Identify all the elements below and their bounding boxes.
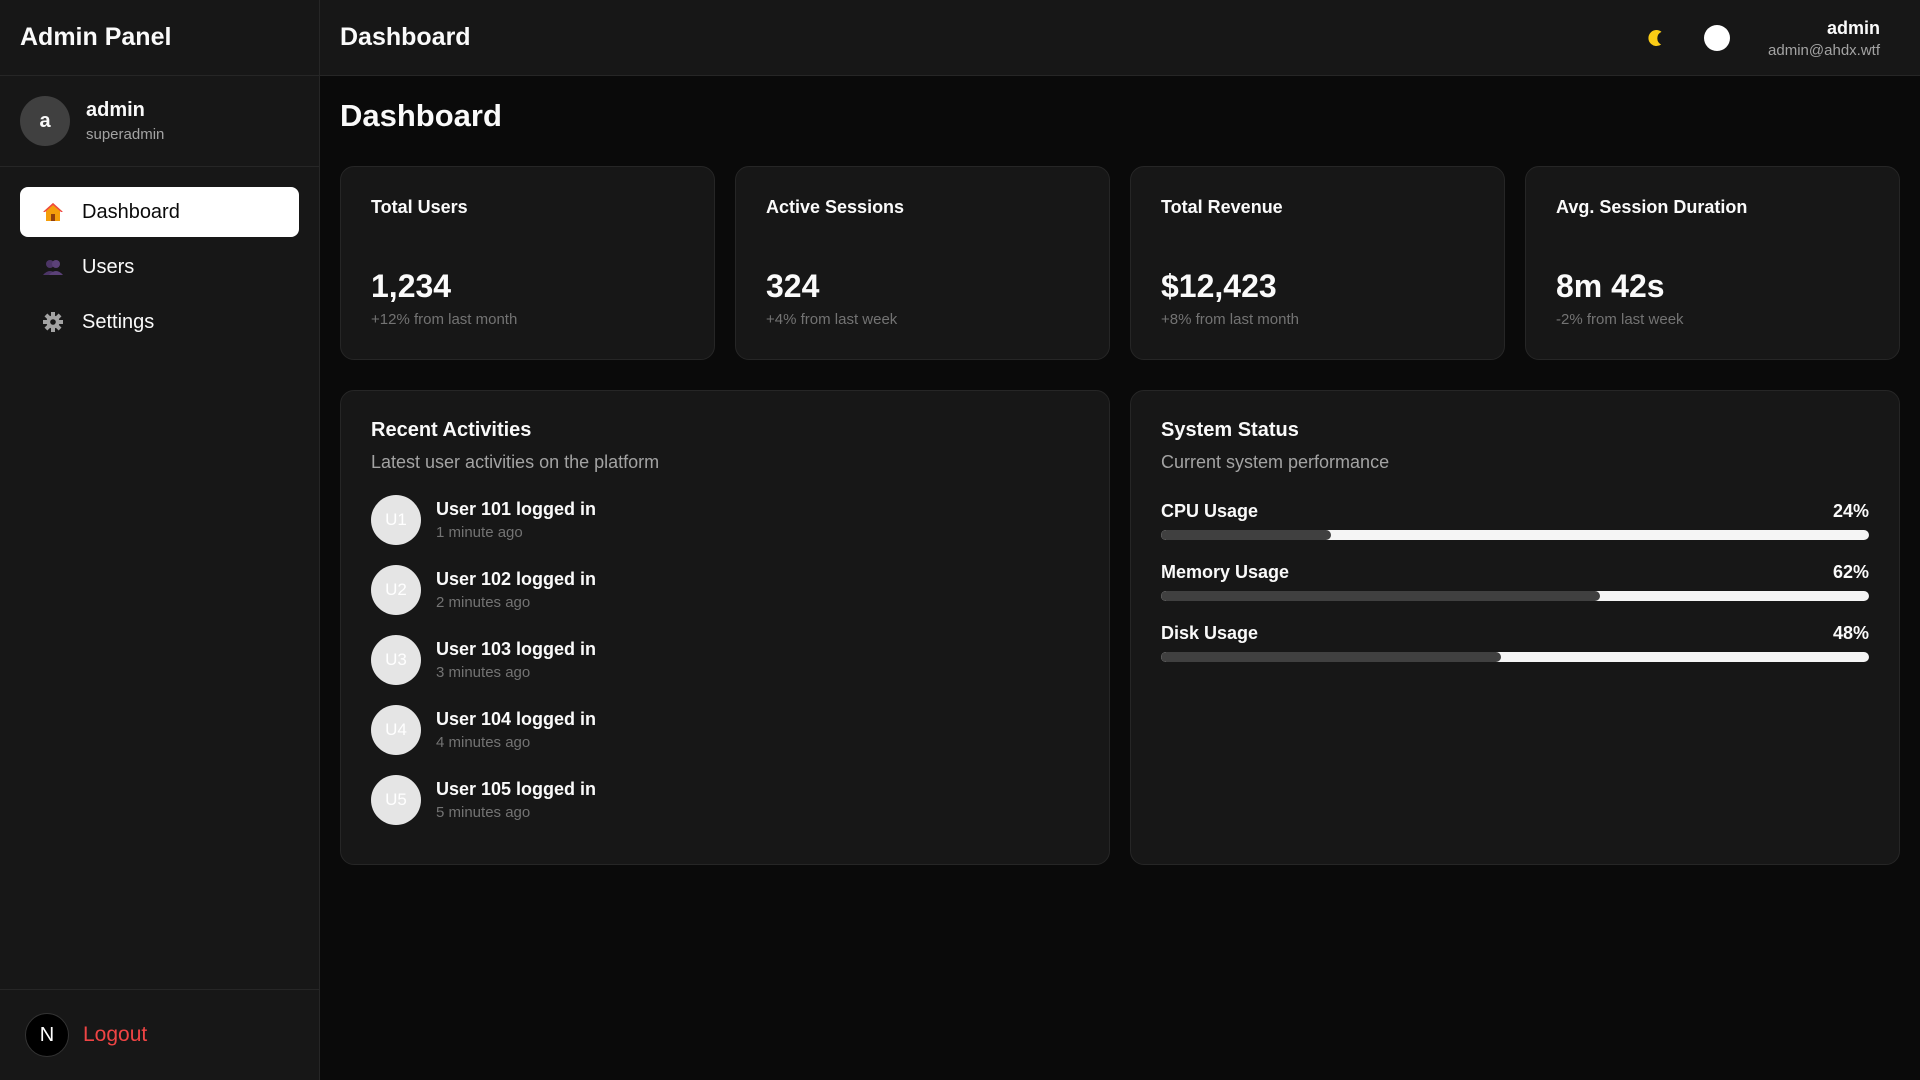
metric-disk: Disk Usage 48% (1161, 623, 1869, 662)
metric-list: CPU Usage 24% Memory Usage 62% Disk Usag… (1161, 501, 1869, 662)
activity-time: 1 minute ago (436, 524, 523, 541)
activity-time: 2 minutes ago (436, 594, 531, 611)
activity-text: User 102 logged in (436, 569, 597, 589)
avatar: U4 (371, 705, 421, 755)
avatar: U3 (371, 635, 421, 685)
activity-time: 4 minutes ago (436, 734, 531, 751)
metric-value: 48% (1832, 623, 1869, 643)
sidebar-profile: a admin superadmin (0, 76, 319, 167)
sidebar: Admin Panel a admin superadmin Dashboard (0, 0, 320, 1080)
progress-fill (1161, 530, 1331, 540)
progress-bar (1161, 530, 1869, 540)
logo: N (25, 1013, 69, 1057)
panel-title: Recent Activities (371, 419, 532, 441)
stat-value: 324 (766, 268, 820, 304)
panel-subtitle: Latest user activities on the platform (371, 452, 660, 472)
sidebar-footer: N Logout (0, 989, 320, 1080)
panels-row: Recent Activities Latest user activities… (340, 390, 1900, 865)
panel-title: System Status (1161, 419, 1299, 441)
panel-subtitle: Current system performance (1161, 452, 1390, 472)
progress-fill (1161, 591, 1600, 601)
stat-label: Total Users (371, 197, 468, 217)
stat-delta: +12% from last month (371, 311, 518, 328)
activity-time: 5 minutes ago (436, 804, 531, 821)
system-status-panel: System Status Current system performance… (1130, 390, 1900, 865)
stat-value: $12,423 (1161, 268, 1277, 304)
sidebar-item-label: Settings (82, 310, 155, 333)
list-item: U2 User 102 logged in 2 minutes ago (371, 565, 1079, 615)
activity-text: User 104 logged in (436, 709, 597, 729)
metric-memory: Memory Usage 62% (1161, 562, 1869, 601)
top-header: Dashboard admin admin@ahdx.wtf (320, 0, 1920, 76)
header-user-name: admin (1826, 17, 1880, 38)
stat-card-total-revenue: Total Revenue $12,423 +8% from last mont… (1130, 166, 1505, 360)
avatar: a (20, 96, 70, 146)
stats-row: Total Users 1,234 +12% from last month A… (340, 166, 1900, 360)
stat-card-avg-session-duration: Avg. Session Duration 8m 42s -2% from la… (1525, 166, 1900, 360)
list-item: U4 User 104 logged in 4 minutes ago (371, 705, 1079, 755)
recent-activities-panel: Recent Activities Latest user activities… (340, 390, 1110, 865)
progress-fill (1161, 652, 1501, 662)
stat-label: Active Sessions (766, 197, 905, 217)
metric-value: 24% (1832, 501, 1869, 521)
metric-label: Memory Usage (1161, 562, 1290, 582)
header-user[interactable]: admin admin@ahdx.wtf (1768, 18, 1880, 59)
activity-text: User 103 logged in (436, 639, 597, 659)
activity-list: U1 User 101 logged in 1 minute ago U2 Us… (371, 495, 1079, 825)
sidebar-item-users[interactable]: Users (20, 242, 299, 292)
profile-role: superadmin (86, 126, 165, 143)
header-user-email: admin@ahdx.wtf (1768, 41, 1880, 59)
stat-delta: +4% from last week (766, 311, 898, 328)
stat-label: Total Revenue (1161, 197, 1283, 217)
sidebar-item-label: Dashboard (82, 200, 180, 223)
stat-label: Avg. Session Duration (1556, 197, 1748, 217)
metric-label: CPU Usage (1161, 501, 1259, 521)
profile-name: admin (86, 99, 145, 121)
logout-button[interactable]: Logout (83, 1023, 147, 1047)
avatar: U2 (371, 565, 421, 615)
activity-text: User 105 logged in (436, 779, 597, 799)
gear-icon (42, 311, 64, 333)
moon-icon[interactable] (1644, 27, 1666, 49)
sidebar-nav: Dashboard Users Settings (0, 167, 319, 347)
header-title: Dashboard (340, 23, 471, 51)
theme-toggle-button[interactable] (1704, 25, 1731, 51)
stat-delta: -2% from last week (1556, 311, 1684, 328)
metric-cpu: CPU Usage 24% (1161, 501, 1869, 540)
stat-delta: +8% from last month (1161, 311, 1299, 328)
list-item: U5 User 105 logged in 5 minutes ago (371, 775, 1079, 825)
main-content: Dashboard Total Users 1,234 +12% from la… (340, 76, 1900, 865)
progress-bar (1161, 591, 1869, 601)
activity-time: 3 minutes ago (436, 664, 531, 681)
activity-text: User 101 logged in (436, 499, 597, 519)
stat-card-active-sessions: Active Sessions 324 +4% from last week (735, 166, 1110, 360)
users-icon (42, 256, 64, 278)
sidebar-item-settings[interactable]: Settings (20, 297, 299, 347)
list-item: U3 User 103 logged in 3 minutes ago (371, 635, 1079, 685)
metric-value: 62% (1832, 562, 1869, 582)
list-item: U1 User 101 logged in 1 minute ago (371, 495, 1079, 545)
page-title: Dashboard (340, 98, 502, 133)
sidebar-item-label: Users (82, 255, 135, 278)
avatar: U1 (371, 495, 421, 545)
house-icon (42, 201, 64, 223)
sidebar-item-dashboard[interactable]: Dashboard (20, 187, 299, 237)
avatar: U5 (371, 775, 421, 825)
stat-value: 1,234 (371, 268, 452, 304)
stat-value: 8m 42s (1556, 268, 1665, 304)
progress-bar (1161, 652, 1869, 662)
metric-label: Disk Usage (1161, 623, 1259, 643)
brand-title: Admin Panel (0, 0, 319, 76)
stat-card-total-users: Total Users 1,234 +12% from last month (340, 166, 715, 360)
